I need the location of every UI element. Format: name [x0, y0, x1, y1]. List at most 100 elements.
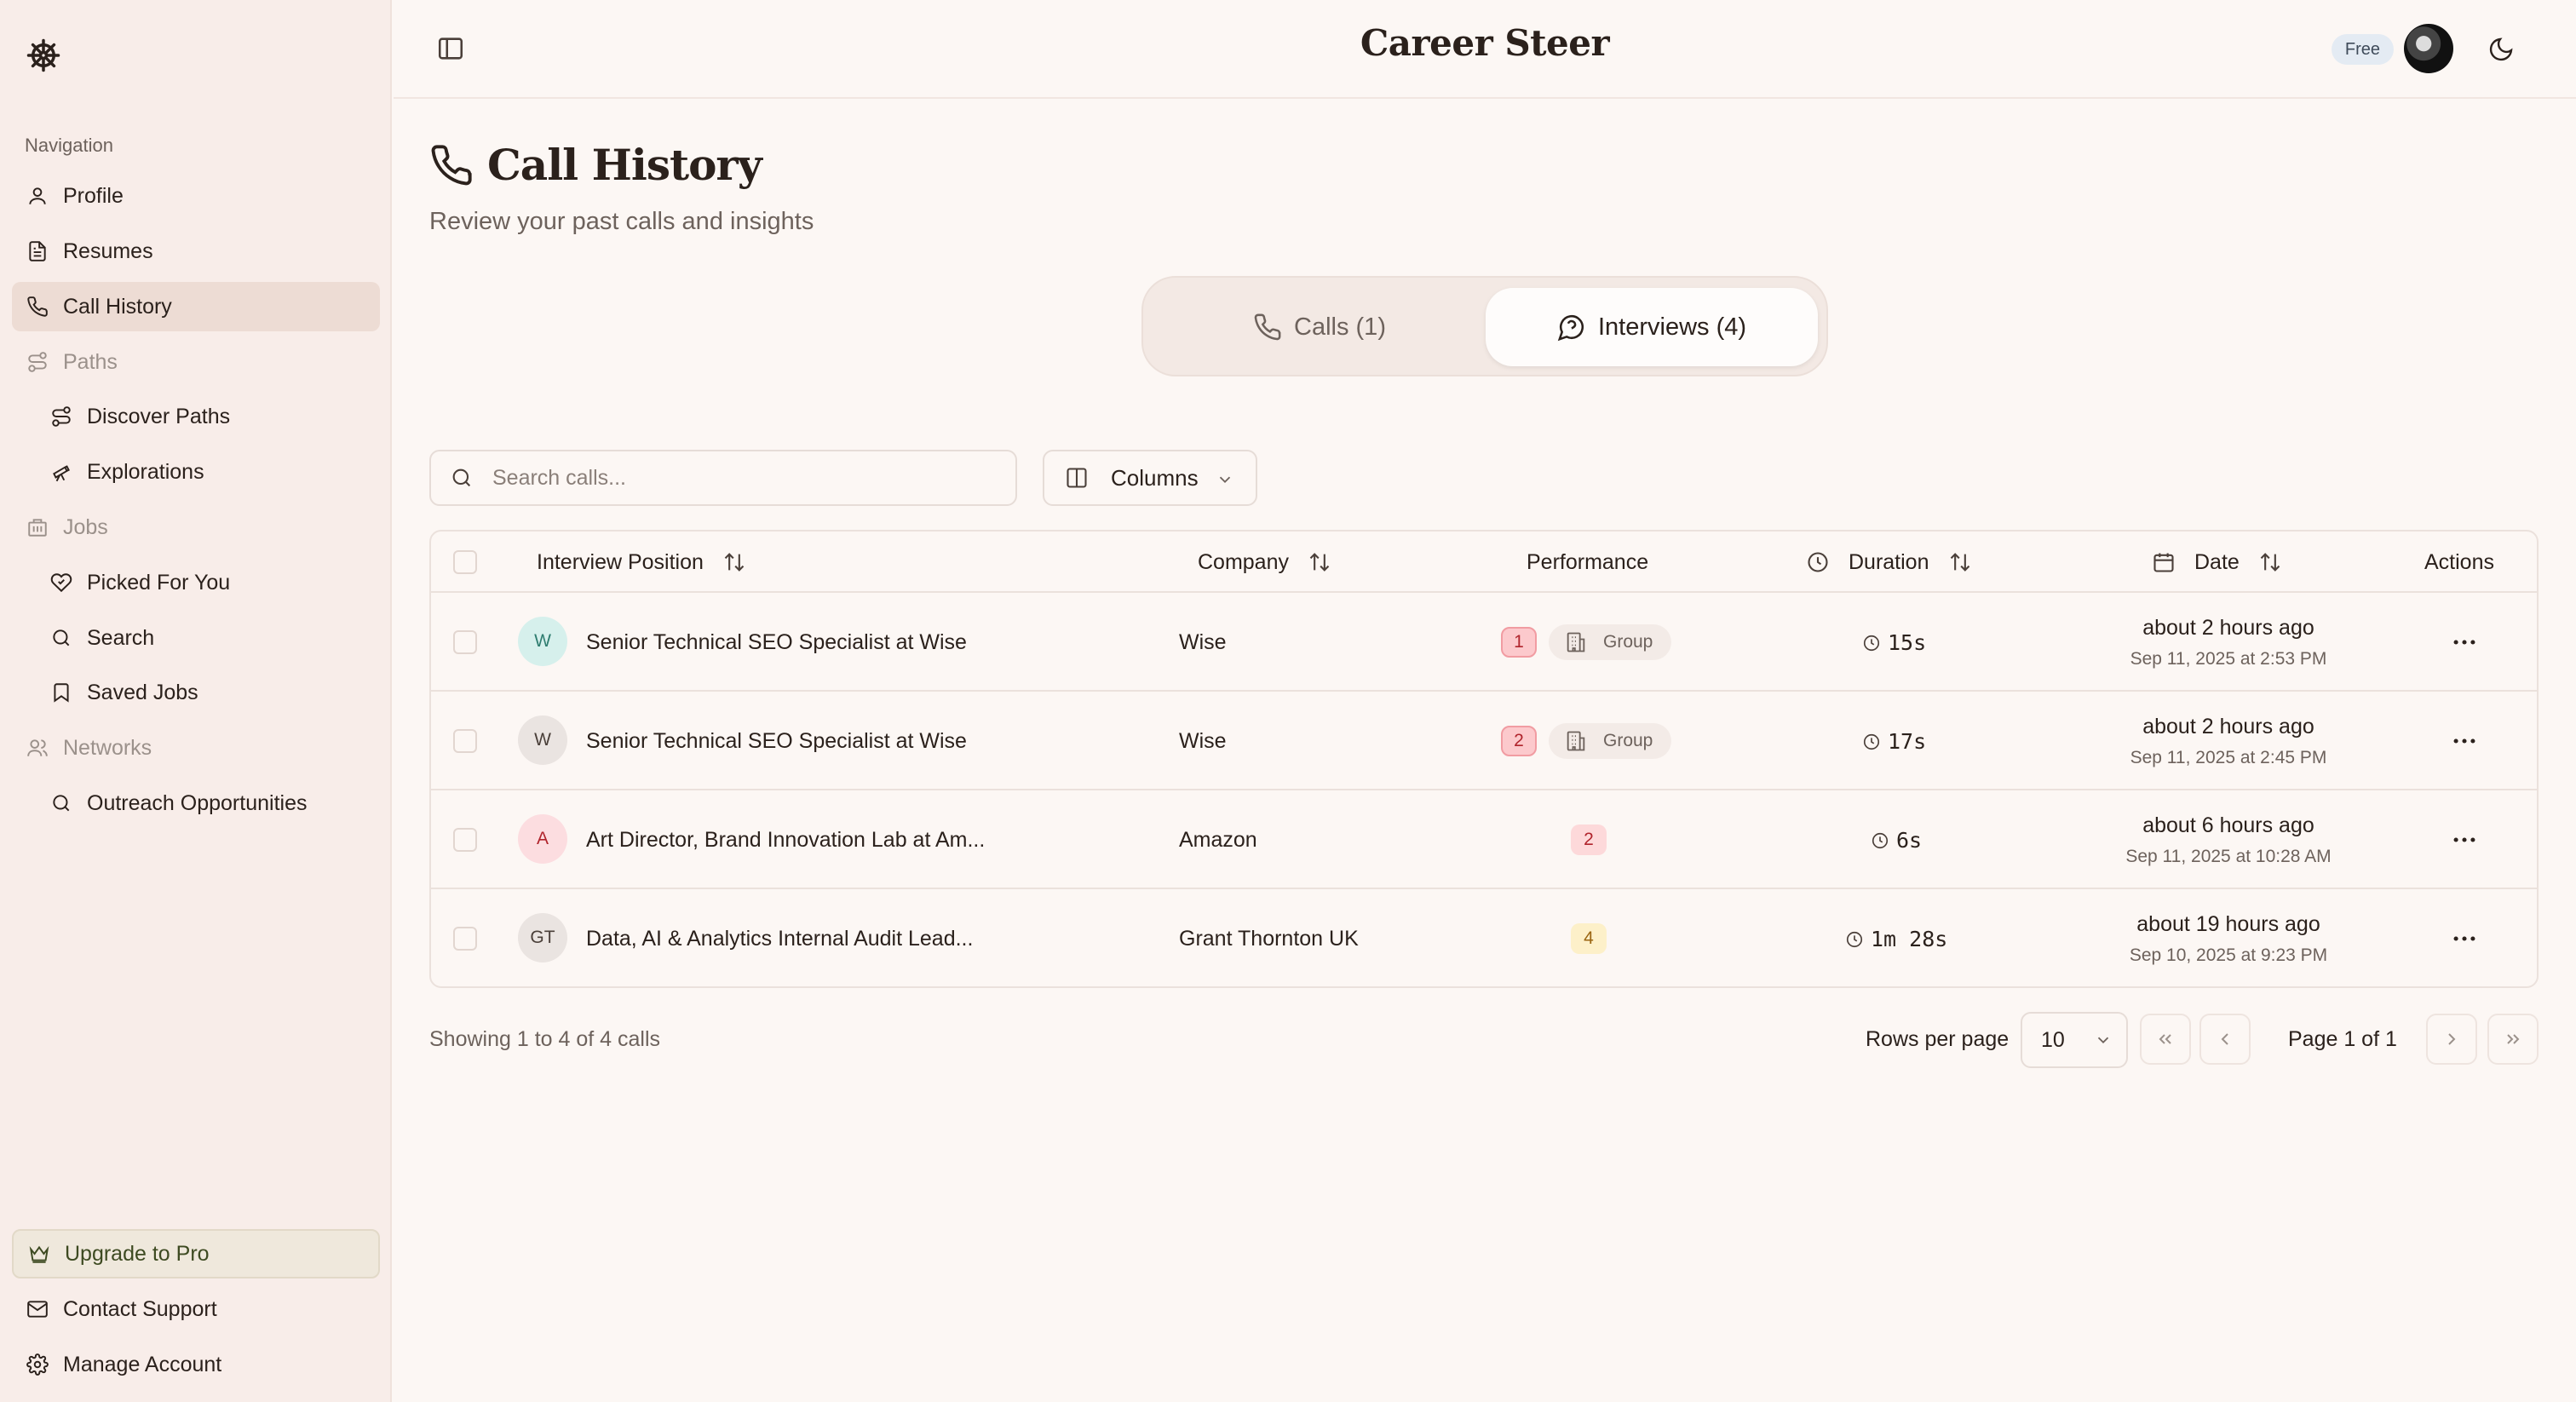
duration-value: 6s — [1896, 827, 1923, 853]
bookmark-icon — [49, 681, 73, 704]
row-actions[interactable] — [2450, 692, 2479, 790]
next-page-button[interactable] — [2426, 1014, 2477, 1065]
header-company[interactable]: Company — [1198, 531, 1331, 593]
sidebar-item-resumes[interactable]: Resumes — [12, 227, 380, 276]
company-avatar: W — [518, 617, 567, 666]
header-interview-position[interactable]: Interview Position — [537, 531, 746, 593]
users-icon — [26, 736, 49, 760]
more-horizontal-icon[interactable] — [2450, 825, 2479, 854]
header-label: Performance — [1527, 549, 1649, 574]
header-label: Duration — [1849, 549, 1929, 574]
row-checkbox[interactable] — [453, 828, 477, 852]
rows-per-page-select[interactable]: 10 — [2021, 1012, 2128, 1068]
table-row[interactable]: W Senior Technical SEO Specialist at Wis… — [431, 692, 2537, 790]
row-actions[interactable] — [2450, 889, 2479, 988]
sidebar-item-label: Profile — [63, 183, 124, 208]
columns-button[interactable]: Columns — [1043, 450, 1257, 506]
last-page-button[interactable] — [2487, 1014, 2539, 1065]
building-icon — [26, 515, 49, 539]
search-icon — [450, 466, 474, 490]
table-row[interactable]: W Senior Technical SEO Specialist at Wis… — [431, 593, 2537, 692]
header-date[interactable]: Date — [2152, 531, 2282, 593]
date-relative: about 2 hours ago — [2142, 615, 2314, 640]
company-name: Amazon — [1179, 827, 1257, 852]
plan-badge: Free — [2331, 34, 2394, 65]
sidebar-item-saved-jobs[interactable]: Saved Jobs — [12, 668, 380, 717]
results-summary: Showing 1 to 4 of 4 calls — [429, 1027, 660, 1051]
nav-heading: Navigation — [25, 135, 113, 156]
chevron-right-icon — [2448, 1033, 2456, 1045]
sidebar-item-search[interactable]: Search — [12, 613, 380, 663]
sidebar-item-label: Networks — [63, 735, 152, 760]
moon-icon[interactable] — [2487, 36, 2515, 63]
interview-position[interactable]: Data, AI & Analytics Internal Audit Lead… — [586, 889, 973, 988]
search-icon — [49, 626, 73, 650]
more-horizontal-icon[interactable] — [2450, 727, 2479, 756]
tab-interviews[interactable]: Interviews (4) — [1486, 288, 1818, 366]
sidebar-section-networks[interactable]: Networks — [12, 723, 380, 773]
previous-page-button[interactable] — [2199, 1014, 2251, 1065]
contact-support-link[interactable]: Contact Support — [12, 1284, 380, 1334]
performance-score: 2 — [1501, 726, 1537, 756]
table-header: Interview Position Company Performance D… — [431, 531, 2537, 593]
duration-value: 1m 28s — [1871, 926, 1948, 951]
sidebar-item-label: Call History — [63, 294, 172, 319]
tag-label: Group — [1603, 632, 1653, 652]
date-absolute: Sep 11, 2025 at 10:28 AM — [2125, 846, 2332, 866]
gear-icon — [26, 1353, 49, 1376]
manage-account-link[interactable]: Manage Account — [12, 1340, 380, 1389]
table-row[interactable]: GT Data, AI & Analytics Internal Audit L… — [431, 889, 2537, 988]
tab-calls[interactable]: Calls (1) — [1153, 288, 1486, 366]
sidebar-section-paths[interactable]: Paths — [12, 337, 380, 387]
more-horizontal-icon[interactable] — [2450, 628, 2479, 657]
interview-position[interactable]: Art Director, Brand Innovation Lab at Am… — [586, 790, 985, 889]
duration-value: 15s — [1888, 629, 1927, 655]
performance-score: 4 — [1571, 923, 1607, 954]
tag-label: Group — [1603, 731, 1653, 750]
more-horizontal-icon[interactable] — [2450, 924, 2479, 953]
sidebar-item-call-history[interactable]: Call History — [12, 282, 380, 331]
upgrade-to-pro-button[interactable]: Upgrade to Pro — [12, 1229, 380, 1278]
row-checkbox[interactable] — [453, 927, 477, 951]
route-icon — [49, 405, 73, 428]
sidebar-item-picked-for-you[interactable]: Picked For You — [12, 558, 380, 607]
building-icon — [1564, 729, 1588, 753]
header-label: Date — [2194, 549, 2240, 574]
row-checkbox[interactable] — [453, 729, 477, 753]
user-icon — [26, 184, 49, 208]
date-absolute: Sep 10, 2025 at 9:23 PM — [2129, 945, 2328, 965]
sidebar-item-explorations[interactable]: Explorations — [12, 447, 380, 497]
row-actions[interactable] — [2450, 790, 2479, 889]
interview-position[interactable]: Senior Technical SEO Specialist at Wise — [586, 692, 967, 790]
tab-label: Calls (1) — [1294, 313, 1386, 341]
row-actions[interactable] — [2450, 593, 2479, 692]
page-title: Call History — [487, 140, 762, 190]
sidebar-section-jobs[interactable]: Jobs — [12, 503, 380, 552]
search-icon — [49, 791, 73, 815]
sidebar-item-profile[interactable]: Profile — [12, 171, 380, 221]
date-absolute: Sep 11, 2025 at 2:53 PM — [2130, 648, 2327, 669]
date-relative: about 19 hours ago — [2136, 911, 2320, 936]
row-checkbox[interactable] — [453, 630, 477, 654]
header-duration[interactable]: Duration — [1806, 531, 1972, 593]
performance-cell: 2 Group — [1501, 692, 1672, 790]
calendar-icon — [2152, 550, 2176, 574]
table-row[interactable]: A Art Director, Brand Innovation Lab at … — [431, 790, 2537, 889]
header-actions: Actions — [2424, 531, 2494, 593]
ship-wheel-logo-icon[interactable] — [26, 37, 61, 73]
crown-icon — [27, 1242, 51, 1266]
message-question-icon — [1557, 313, 1586, 342]
interview-position[interactable]: Senior Technical SEO Specialist at Wise — [586, 593, 967, 692]
sidebar-item-outreach-opportunities[interactable]: Outreach Opportunities — [12, 779, 380, 828]
select-all-checkbox[interactable] — [453, 550, 477, 574]
first-page-button[interactable] — [2140, 1014, 2191, 1065]
phone-icon — [1253, 313, 1282, 342]
tab-list: Calls (1) Interviews (4) — [1141, 276, 1828, 376]
header-label: Interview Position — [537, 549, 704, 574]
company-avatar: W — [518, 715, 567, 765]
sidebar-item-discover-paths[interactable]: Discover Paths — [12, 392, 380, 441]
avatar[interactable] — [2404, 24, 2453, 73]
building-icon — [1564, 630, 1588, 654]
group-tag: Group — [1549, 723, 1672, 759]
search-input[interactable] — [492, 465, 1003, 491]
